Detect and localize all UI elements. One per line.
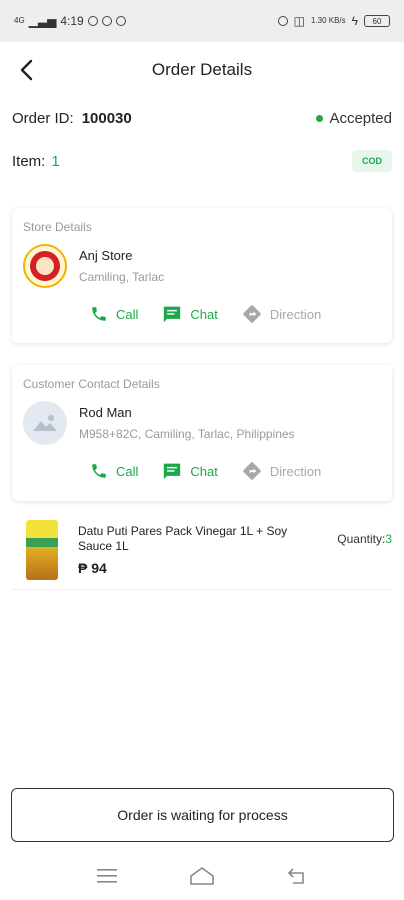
- app-header: Order Details: [0, 42, 404, 98]
- store-direction-button[interactable]: Direction: [242, 304, 321, 324]
- customer-call-button[interactable]: Call: [90, 462, 138, 480]
- nav-menu-button[interactable]: [87, 856, 127, 896]
- back-arrow-icon: [20, 59, 33, 81]
- page-title: Order Details: [151, 60, 253, 79]
- battery-level: 60: [372, 16, 382, 26]
- customer-contact: Rod Man M958+82C, Camiling, Tarlac, Phil…: [23, 401, 381, 445]
- item-count: 1: [51, 152, 60, 170]
- order-id-label: Order ID:: [12, 109, 74, 127]
- order-status-button[interactable]: Order is waiting for process: [11, 788, 394, 842]
- notification-icon: [101, 16, 112, 26]
- quantity-value: 3: [385, 532, 392, 546]
- product-quantity: Quantity:3: [337, 532, 392, 546]
- notification-icon: [115, 16, 126, 26]
- customer-address: M958+82C, Camiling, Tarlac, Philippines: [79, 427, 295, 441]
- item-label: Item:: [12, 152, 46, 170]
- order-status: Accepted: [316, 110, 392, 127]
- store-call-button[interactable]: Call: [90, 305, 138, 323]
- return-icon: [287, 868, 304, 884]
- nav-back-button[interactable]: [277, 856, 317, 896]
- customer-avatar: [23, 401, 67, 445]
- direction-icon: [243, 462, 261, 480]
- status-bar: 4G ▁▃▅ 4:19 ◫ 1.30 KB/s ϟ 60: [0, 0, 404, 42]
- item-row: Item: 1 COD: [12, 148, 392, 174]
- call-label: Call: [116, 463, 139, 479]
- payment-badge: COD: [352, 150, 392, 172]
- store-details-card: Store Details Anj Store Camiling, Tarlac…: [12, 208, 392, 343]
- phone-icon: [92, 307, 106, 321]
- store-name: Anj Store: [79, 248, 133, 263]
- chat-icon: [164, 463, 181, 480]
- direction-icon: [243, 305, 261, 323]
- store-section-label: Store Details: [23, 220, 92, 234]
- quantity-label: Quantity:: [337, 532, 386, 546]
- store-chat-button[interactable]: Chat: [162, 305, 218, 323]
- signal-indicator: 4G: [14, 16, 25, 25]
- store-address: Camiling, Tarlac: [79, 270, 165, 284]
- vibrate-icon: ◫: [293, 14, 305, 28]
- direction-label: Direction: [269, 463, 322, 479]
- store-actions: Call Chat Direction: [23, 304, 381, 324]
- notification-icon: [87, 16, 98, 26]
- order-id-row: Order ID: 100030 Accepted: [12, 106, 392, 130]
- chat-label: Chat: [190, 463, 218, 479]
- status-dot-icon: [316, 114, 324, 122]
- menu-icon: [97, 869, 118, 883]
- customer-section-label: Customer Contact Details: [23, 377, 160, 391]
- charging-icon: ϟ: [351, 14, 358, 28]
- battery-icon: 60: [364, 15, 390, 27]
- system-nav-bar: [0, 852, 404, 900]
- customer-chat-button[interactable]: Chat: [162, 462, 218, 480]
- status-text: Accepted: [329, 109, 392, 127]
- chat-icon: [164, 306, 181, 323]
- product-name: Datu Puti Pares Pack Vinegar 1L + Soy Sa…: [78, 524, 288, 553]
- direction-label: Direction: [269, 306, 322, 322]
- home-icon: [190, 867, 214, 885]
- customer-name: Rod Man: [79, 405, 132, 420]
- image-placeholder-icon: [33, 415, 57, 431]
- store-logo: [23, 244, 67, 288]
- back-button[interactable]: [10, 54, 42, 86]
- product-price: ₱ 94: [78, 560, 107, 576]
- network-speed: 1.30 KB/s: [310, 16, 346, 25]
- alarm-icon: [277, 16, 288, 26]
- order-id-value: 100030: [81, 109, 132, 127]
- signal-bars-icon: ▁▃▅: [28, 14, 57, 28]
- call-label: Call: [116, 306, 139, 322]
- nav-home-button[interactable]: [182, 856, 222, 896]
- customer-direction-button[interactable]: Direction: [242, 461, 321, 481]
- product-row: Datu Puti Pares Pack Vinegar 1L + Soy Sa…: [12, 512, 392, 590]
- customer-actions: Call Chat Direction: [23, 461, 381, 481]
- chat-label: Chat: [190, 306, 218, 322]
- phone-icon: [92, 464, 106, 478]
- product-image: [26, 520, 58, 580]
- store-contact: Anj Store Camiling, Tarlac: [23, 244, 381, 288]
- customer-details-card: Customer Contact Details Rod Man M958+82…: [12, 365, 392, 501]
- status-time: 4:19: [60, 14, 84, 28]
